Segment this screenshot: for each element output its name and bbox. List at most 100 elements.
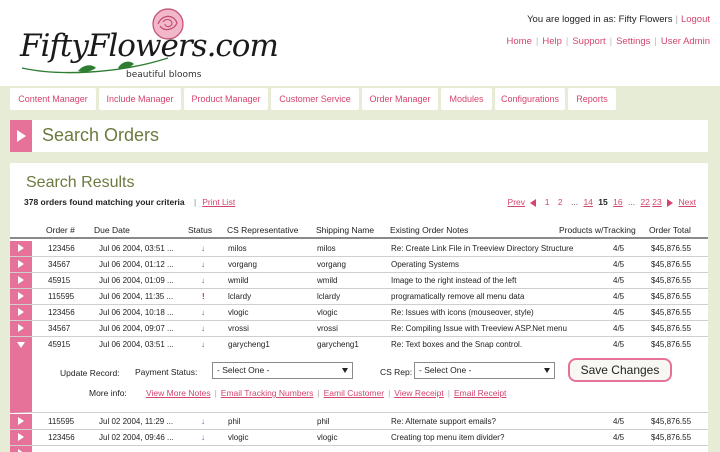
- play-icon: [18, 260, 24, 268]
- page-link[interactable]: 2: [555, 197, 566, 207]
- play-icon: [17, 130, 26, 142]
- play-icon: [18, 244, 24, 252]
- expand-row-button[interactable]: [10, 305, 32, 320]
- email-tracking-link[interactable]: Email Tracking Numbers: [221, 388, 314, 398]
- chevron-down-icon: [342, 368, 348, 373]
- expand-row-button[interactable]: [10, 414, 32, 429]
- results-count: 378 orders found matching your criteria: [24, 197, 185, 207]
- table-row[interactable]: 123456 Jul 06 2004, 10:18 ... ↓ vlogic v…: [10, 305, 708, 321]
- table-row[interactable]: 45915 Jul 06 2004, 01:09 ... ↓ wmild wmi…: [10, 273, 708, 289]
- tab-customer-service[interactable]: Customer Service: [271, 88, 359, 110]
- order-notes: programatically remove all menu data: [391, 292, 525, 301]
- prev-link[interactable]: Prev: [508, 197, 525, 207]
- col-order-total[interactable]: Order Total: [649, 225, 691, 235]
- email-receipt-link[interactable]: Email Receipt: [454, 388, 506, 398]
- tracking: 4/5: [613, 260, 625, 269]
- next-arrow-icon[interactable]: [667, 198, 674, 207]
- order-number: 115595: [48, 417, 75, 426]
- order-number: 115595: [48, 292, 75, 301]
- table-row[interactable]: 34567 Jul 06 2004, 09:07 ... ↓ vrossi vr…: [10, 321, 708, 337]
- tab-product-manager[interactable]: Product Manager: [184, 88, 268, 110]
- table-row[interactable]: 123456 Jul 02 2004, 09:46 ... ↓ vlogic v…: [10, 430, 708, 446]
- order-total: $45,876.55: [651, 308, 692, 317]
- order-total: $45,876.55: [651, 433, 692, 442]
- update-record-panel: Update Record: Payment Status: - Select …: [10, 350, 708, 413]
- due-date: Jul 06 2004, 09:07 ...: [99, 324, 174, 333]
- cs-rep: phil: [228, 417, 241, 426]
- shipping-name: vlogic: [317, 308, 338, 317]
- user-admin-link[interactable]: User Admin: [661, 36, 710, 47]
- status-down-icon: ↓: [201, 433, 205, 442]
- table-row[interactable]: 123456 Jul 06 2004, 03:51 ... ↓ milos mi…: [10, 241, 708, 257]
- order-total: $45,876.55: [651, 324, 692, 333]
- settings-link[interactable]: Settings: [616, 36, 650, 47]
- expand-row-button[interactable]: [10, 273, 32, 288]
- tab-order-manager[interactable]: Order Manager: [362, 88, 438, 110]
- tracking: 4/5: [613, 292, 625, 301]
- logo-wordmark: FiftyFlowers.com: [20, 28, 279, 64]
- tab-content-manager[interactable]: Content Manager: [10, 88, 96, 110]
- page-link[interactable]: 23: [652, 197, 661, 207]
- shipping-name: wmild: [317, 276, 338, 285]
- prev-arrow-icon[interactable]: [530, 198, 537, 207]
- page-link[interactable]: 14: [583, 197, 592, 207]
- tab-include-manager[interactable]: Include Manager: [99, 88, 181, 110]
- tab-configurations[interactable]: Configurations: [495, 88, 565, 110]
- view-receipt-link[interactable]: View Receipt: [394, 388, 443, 398]
- tab-reports[interactable]: Reports: [568, 88, 616, 110]
- expand-row-button[interactable]: [10, 289, 32, 304]
- expand-row-button[interactable]: [10, 257, 32, 272]
- due-date: Jul 06 2004, 01:09 ...: [99, 276, 174, 285]
- play-icon: [18, 324, 24, 332]
- next-link[interactable]: Next: [679, 197, 696, 207]
- shipping-name: vorgang: [317, 260, 346, 269]
- cs-rep-select[interactable]: - Select One -: [414, 362, 555, 379]
- play-icon: [18, 292, 24, 300]
- table-row[interactable]: 34567 Jul 06 2004, 01:12 ... ↓ vorgang v…: [10, 257, 708, 273]
- tab-modules[interactable]: Modules: [441, 88, 492, 110]
- expand-row-button[interactable]: [10, 446, 32, 452]
- shipping-name: lclardy: [317, 292, 341, 301]
- page-link[interactable]: 22: [640, 197, 649, 207]
- order-notes: Creating top menu item divider?: [391, 433, 505, 442]
- page-link[interactable]: 1: [542, 197, 553, 207]
- table-row-partial[interactable]: [10, 446, 708, 452]
- logged-in-text: You are logged in as: Fifty Flowers: [527, 14, 673, 25]
- expand-row-button[interactable]: [10, 321, 32, 336]
- order-total: $45,876.55: [651, 417, 692, 426]
- col-order-number[interactable]: Order #: [46, 225, 75, 235]
- order-notes: Re: Compiling Issue with Treeview ASP.Ne…: [391, 324, 567, 333]
- status-down-icon: ↓: [201, 340, 205, 349]
- table-row[interactable]: 115595 Jul 06 2004, 11:35 ... ! lclardy …: [10, 289, 708, 305]
- order-notes: Re: Text boxes and the Snap control.: [391, 340, 523, 349]
- print-list-link[interactable]: | Print List: [194, 197, 235, 207]
- logout-link[interactable]: Logout: [681, 14, 710, 25]
- home-link[interactable]: Home: [507, 36, 532, 47]
- col-products-tracking[interactable]: Products w/Tracking: [559, 225, 636, 235]
- help-link[interactable]: Help: [542, 36, 562, 47]
- shipping-name: garycheng1: [317, 340, 359, 349]
- expand-search-button[interactable]: [10, 120, 32, 152]
- col-order-notes[interactable]: Existing Order Notes: [390, 225, 468, 235]
- payment-status-select[interactable]: - Select One -: [212, 362, 353, 379]
- expand-row-button[interactable]: [10, 241, 32, 256]
- table-row[interactable]: 115595 Jul 02 2004, 11:29 ... ↓ phil phi…: [10, 414, 708, 430]
- col-status[interactable]: Status: [188, 225, 212, 235]
- fiftyflowers-logo[interactable]: FiftyFlowers.com beautiful blooms: [18, 6, 279, 84]
- col-due-date[interactable]: Due Date: [94, 225, 130, 235]
- support-link[interactable]: Support: [572, 36, 605, 47]
- col-cs-rep[interactable]: CS Representative: [227, 225, 298, 235]
- header: FiftyFlowers.com beautiful blooms You ar…: [0, 0, 720, 86]
- more-info-label: More info:: [89, 388, 127, 398]
- expand-row-button[interactable]: [10, 430, 32, 445]
- save-changes-button[interactable]: Save Changes: [568, 358, 672, 382]
- due-date: Jul 06 2004, 11:35 ...: [99, 292, 174, 301]
- top-links: Home | Help | Support | Settings | User Admin: [506, 36, 710, 47]
- cs-rep-label: CS Rep:: [380, 367, 413, 377]
- page-link[interactable]: 16: [613, 197, 622, 207]
- col-shipping-name[interactable]: Shipping Name: [316, 225, 374, 235]
- page-ellipsis: ...: [570, 197, 579, 207]
- order-notes: Re: Issues with icons (mouseover, style): [391, 308, 534, 317]
- email-customer-link[interactable]: Eamil Customer: [324, 388, 384, 398]
- view-more-notes-link[interactable]: View More Notes: [146, 388, 211, 398]
